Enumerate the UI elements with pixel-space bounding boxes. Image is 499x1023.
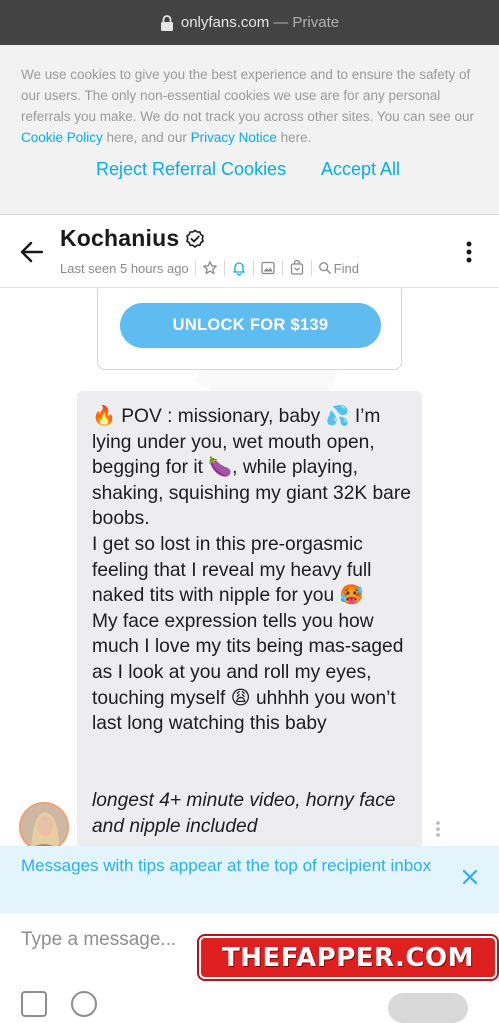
locked-media-card: UNLOCK FOR $139	[97, 289, 402, 370]
message-options-icon[interactable]	[434, 820, 442, 838]
last-seen-text: Last seen 5 hours ago	[60, 260, 189, 276]
accept-all-button[interactable]: Accept All	[321, 159, 400, 180]
contact-name-row: Kochanius	[60, 225, 205, 252]
bell-icon[interactable]	[231, 260, 247, 276]
browser-url-bar[interactable]: onlyfans.com — Private	[0, 0, 499, 45]
privacy-notice-link[interactable]: Privacy Notice	[191, 130, 277, 145]
cookie-policy-link[interactable]: Cookie Policy	[21, 130, 103, 145]
lock-icon	[160, 14, 173, 31]
reject-referral-cookies-button[interactable]: Reject Referral Cookies	[96, 159, 286, 180]
kebab-menu-icon[interactable]	[464, 240, 474, 264]
send-button[interactable]	[388, 993, 468, 1023]
message-text: 🔥 POV : missionary, baby 💦 I’m lying und…	[92, 406, 411, 735]
verified-icon	[186, 229, 205, 248]
star-icon[interactable]	[202, 260, 218, 276]
divider	[281, 260, 283, 276]
divider	[223, 260, 225, 276]
contact-status-row: Last seen 5 hours ago Find	[60, 260, 359, 276]
back-arrow-icon[interactable]	[20, 240, 44, 264]
tips-notice-text: Messages with tips appear at the top of …	[21, 856, 432, 875]
cookie-banner: We use cookies to give you the best expe…	[0, 45, 499, 215]
image-icon[interactable]	[260, 260, 276, 276]
url-domain: onlyfans.com	[180, 14, 270, 31]
avatar-photo-icon	[21, 804, 67, 846]
vault-icon[interactable]	[289, 260, 305, 276]
composer-tools	[21, 991, 97, 1017]
cookie-text-part: here, and our	[102, 130, 191, 145]
divider	[194, 260, 196, 276]
tip-icon[interactable]	[71, 991, 97, 1017]
watermark-logo: THEFAPPER.COM	[199, 936, 497, 979]
tips-notice-banner: Messages with tips appear at the top of …	[0, 846, 499, 913]
watermark-logo-text: THEFAPPER.COM	[222, 942, 474, 973]
cookie-text-part: here.	[276, 130, 312, 145]
contact-name[interactable]: Kochanius	[60, 225, 179, 252]
cookie-text-part: We use cookies to give you the best expe…	[21, 67, 474, 124]
private-mode-label: — Private	[273, 14, 340, 31]
divider	[310, 260, 312, 276]
close-icon[interactable]	[461, 868, 479, 886]
search-icon	[318, 262, 331, 274]
find-button[interactable]: Find	[318, 261, 359, 276]
message-italic-text: longest 4+ minute video, horny face and …	[92, 790, 396, 837]
find-label: Find	[333, 260, 359, 276]
unlock-button[interactable]: UNLOCK FOR $139	[120, 303, 381, 348]
chat-header: Kochanius Last seen 5 hours ago Find	[0, 216, 499, 288]
divider	[252, 260, 254, 276]
message-bubble[interactable]: 🔥 POV : missionary, baby 💦 I’m lying und…	[77, 391, 422, 846]
avatar[interactable]	[19, 802, 69, 846]
cookie-text: We use cookies to give you the best expe…	[21, 64, 481, 148]
chat-area[interactable]: UNLOCK FOR $139 🔥 POV : missionary, baby…	[0, 289, 499, 846]
media-attach-icon[interactable]	[21, 991, 47, 1017]
